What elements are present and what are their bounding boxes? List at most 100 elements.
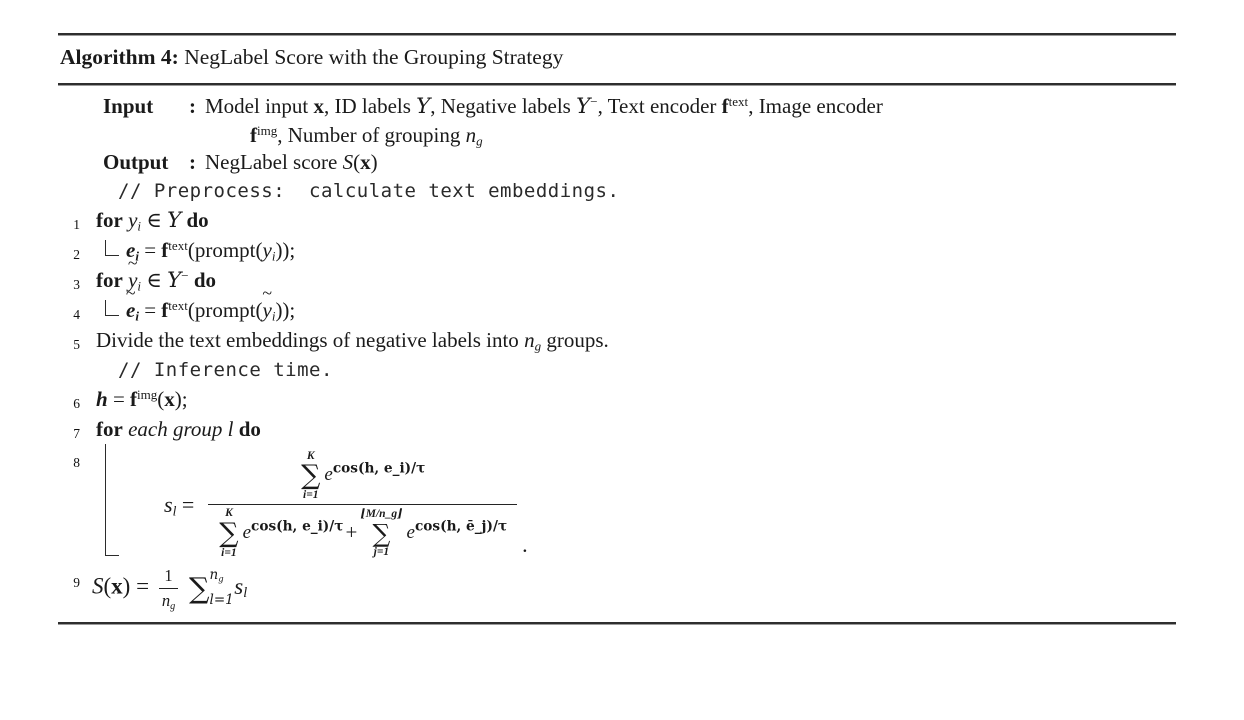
exp-exponent: cos(h, e_i)/τ (251, 518, 344, 535)
prompt-close: )); (275, 237, 296, 262)
equals-sign: = (136, 573, 150, 599)
do-keyword: do (186, 207, 209, 232)
line-9-content: S(x) = 1 ng ∑ ng l=1 sl (92, 564, 248, 613)
loop-body-hook: sl = K ∑ i=1 ecos(h, e_i)/τ K ∑ i=1 ecos… (96, 444, 1176, 564)
sum-lower-limit: i=1 (221, 546, 237, 559)
sum-upper-n: n (209, 566, 219, 583)
algorithm-line-3: 3 for ~ yi ∈ Y− do (58, 254, 1176, 296)
output-value: NegLabel score S(x) (205, 149, 1176, 176)
final-score-symbol: S (92, 573, 104, 599)
input-x-symbol: x (111, 573, 123, 599)
plus-sign: + (345, 520, 358, 545)
algorithm-caption: Algorithm 4: NegLabel Score with the Gro… (58, 36, 1176, 77)
negative-loop-set: Y (167, 267, 182, 293)
do-keyword: do (238, 416, 261, 441)
line-number: 8 (73, 455, 80, 471)
inference-comment: // Inference time. (118, 358, 333, 381)
output-colon: : (189, 150, 196, 175)
line-number: 3 (73, 276, 80, 292)
exp-base: e (324, 464, 333, 486)
summation-icon: ⌊M/n_g⌋ ∑ j=1 (360, 508, 402, 558)
line-6-content: h = fimg(x); (86, 385, 1176, 415)
each-group-phrase: each group (128, 416, 223, 441)
equals-sign: = (144, 298, 157, 323)
text-encoder-superscript: text (728, 94, 749, 110)
input-x-symbol: x (164, 386, 175, 411)
averaging-fraction: 1 ng (158, 564, 179, 613)
input-mid2: , Negative labels (430, 94, 577, 119)
group-score-subscript: l (243, 585, 248, 602)
equals-sign: = (181, 491, 195, 517)
line-number-blank (58, 177, 86, 186)
input-mid1: , ID labels (324, 94, 417, 119)
algorithm-line-2: 2 ei = ftext(prompt(yi)); (58, 236, 1176, 266)
id-label-set-symbol: Y (416, 94, 431, 120)
image-encoder-symbol: f (250, 122, 257, 147)
arg-close: ); (174, 386, 188, 411)
line-number: 5 (73, 336, 80, 352)
algorithm-line-6: 6 h = fimg(x); (58, 385, 1176, 415)
sum-lower-limit: i=1 (303, 489, 319, 502)
element-of-icon: ∈ (146, 267, 162, 292)
group-count-symbol: n (161, 590, 171, 610)
input-line2-mid: , Number of grouping (277, 122, 466, 147)
denominator-term2-exp: ecos(h, ē_j)/τ (404, 519, 508, 547)
input-mid3: , Text encoder (597, 94, 722, 119)
output-x-symbol: x (360, 150, 371, 175)
input-value: Model input x, ID labels Y, Negative lab… (205, 93, 1176, 121)
prompt-arg: ~ y (262, 284, 272, 326)
image-encoder-fn: f (130, 386, 138, 411)
input-prefix: Model input (205, 94, 314, 119)
fraction-denominator: ng (159, 589, 178, 613)
bottom-rule (58, 622, 1176, 626)
group-count-subscript: g (476, 133, 483, 149)
line-3-content: for ~ yi ∈ Y− do (86, 254, 1176, 296)
loop-body-hook: ei = ftext(prompt(yi)); (96, 237, 296, 263)
algorithm-body: Input : Model input x, ID labels Y, Nega… (58, 86, 1176, 615)
summation-icon: K ∑ i=1 (219, 507, 238, 559)
sigma-glyph: ∑ (372, 518, 391, 548)
input-x-symbol: x (313, 94, 325, 119)
exp-exponent: cos(h, e_i)/τ (332, 460, 426, 477)
negative-superscript: − (590, 94, 598, 110)
algorithm-title: NegLabel Score with the Grouping Strateg… (184, 45, 564, 69)
text-encoder-fn-superscript: text (168, 298, 188, 314)
negative-loop-set-superscript: − (181, 267, 189, 283)
group-count-subscript: g (170, 600, 176, 612)
text-encoder-symbol: f (721, 94, 729, 119)
algorithm-line-7: 7 for each group l do (58, 415, 1176, 445)
sum-upper-limit: ng (210, 566, 224, 585)
algorithm-line-4: 4 ~ ei = ftext(prompt(~ yi)); (58, 284, 1176, 326)
comment-line-inference: // Inference time. (58, 356, 1176, 385)
algorithm-line-9: 9 S(x) = 1 ng ∑ ng l=1 sl (58, 564, 1176, 612)
for-keyword: for (96, 416, 123, 441)
summation-icon: K ∑ i=1 (301, 450, 320, 502)
sum-lower-limit: l=1 (209, 591, 234, 608)
summation-icon: ∑ ng l=1 (189, 567, 234, 609)
sigma-glyph: ∑ (301, 460, 321, 492)
image-encoder-fn-superscript: img (137, 386, 158, 402)
group-score-symbol: s (164, 491, 173, 517)
output-prefix: NegLabel score (205, 150, 343, 175)
line-7-content: for each group l do (86, 415, 1176, 445)
line-number: 2 (73, 246, 80, 262)
sum-upper-subscript: g (218, 573, 224, 584)
do-keyword: do (193, 267, 216, 292)
negative-embedding-symbol: ~ e (126, 284, 136, 326)
element-of-icon: ∈ (146, 207, 162, 232)
input-tail: , Image encoder (748, 94, 883, 119)
line-4-content: ~ ei = ftext(prompt(~ yi)); (86, 284, 1176, 326)
line-number: 6 (73, 395, 80, 411)
group-count-symbol: n (524, 327, 535, 352)
fraction-numerator: 1 (164, 566, 173, 586)
line-8-content: sl = K ∑ i=1 ecos(h, e_i)/τ K ∑ i=1 ecos… (86, 444, 1176, 564)
image-encoder-superscript: img (257, 123, 278, 139)
negative-loop-variable-subscript: i (137, 278, 142, 294)
line-number: 7 (73, 425, 80, 441)
divide-statement-tail: groups. (541, 327, 609, 352)
line-2-content: ei = ftext(prompt(yi)); (86, 236, 1176, 266)
line-number: 4 (73, 307, 80, 323)
comment-line-preprocess: // Preprocess: calculate text embeddings… (58, 177, 1176, 206)
equals-sign: = (144, 237, 157, 262)
text-encoder-fn-superscript: text (168, 238, 188, 254)
